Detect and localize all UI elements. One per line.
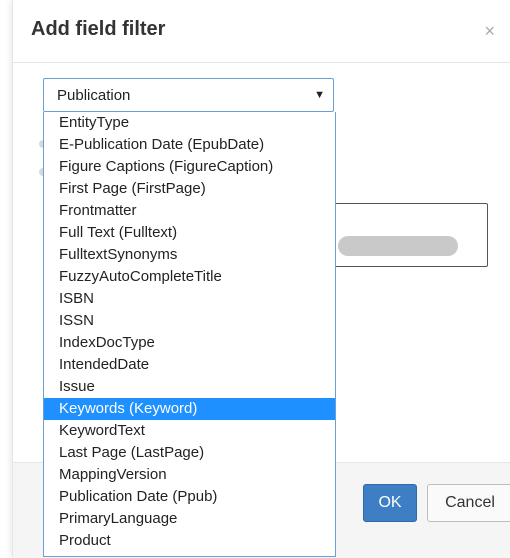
cancel-button[interactable]: Cancel: [427, 484, 510, 522]
field-option[interactable]: Product: [44, 530, 335, 552]
field-option[interactable]: EntityType: [44, 112, 335, 134]
obscured-field-bar: [338, 236, 458, 256]
field-option[interactable]: Figure Captions (FigureCaption): [44, 156, 335, 178]
field-option[interactable]: IntendedDate: [44, 354, 335, 376]
field-select[interactable]: Publication ▼: [43, 78, 334, 112]
field-option[interactable]: ISSN: [44, 310, 335, 332]
close-icon[interactable]: ×: [484, 22, 495, 40]
field-option[interactable]: E-Publication Date (EpubDate): [44, 134, 335, 156]
field-select-value: Publication: [57, 87, 131, 104]
ok-button[interactable]: OK: [363, 484, 417, 522]
dialog-header: Add field filter ×: [13, 0, 510, 63]
field-option[interactable]: Publication Date (Ppub): [44, 486, 335, 508]
field-option[interactable]: Issue: [44, 376, 335, 398]
field-option[interactable]: Full Text (Fulltext): [44, 222, 335, 244]
field-option[interactable]: Keywords (Keyword): [44, 398, 335, 420]
field-options-list[interactable]: EntityType E-Publication Date (EpubDate) F…: [43, 112, 336, 557]
field-option[interactable]: ISBN: [44, 288, 335, 310]
obscured-text-field[interactable]: [333, 203, 488, 267]
field-option[interactable]: IndexDocType: [44, 332, 335, 354]
field-option[interactable]: MappingVersion: [44, 464, 335, 486]
field-option[interactable]: PrimaryLanguage: [44, 508, 335, 530]
field-option[interactable]: Frontmatter: [44, 200, 335, 222]
dialog-title: Add field filter: [31, 18, 166, 40]
field-option[interactable]: FuzzyAutoCompleteTitle: [44, 266, 335, 288]
field-option[interactable]: FulltextSynonyms: [44, 244, 335, 266]
field-option[interactable]: KeywordText: [44, 420, 335, 442]
field-option[interactable]: First Page (FirstPage): [44, 178, 335, 200]
chevron-down-icon: ▼: [314, 89, 325, 101]
field-option[interactable]: Last Page (LastPage): [44, 442, 335, 464]
